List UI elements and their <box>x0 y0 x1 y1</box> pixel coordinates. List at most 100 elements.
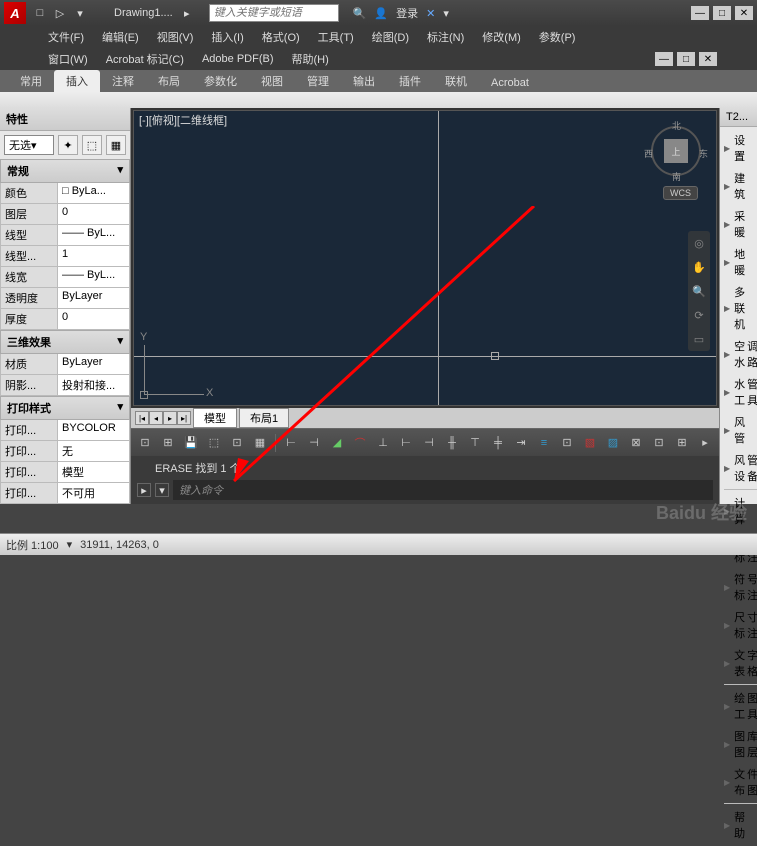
prop-value[interactable]: 模型 <box>58 462 130 483</box>
tab-next-icon[interactable]: ▸ <box>163 411 177 425</box>
palette-item[interactable]: ▶设 置 <box>720 129 757 167</box>
menu-item[interactable]: 标注(N) <box>419 27 472 47</box>
command-input[interactable]: 键入命令 <box>173 480 713 500</box>
tool-icon[interactable]: 💾 <box>181 433 201 453</box>
chevron-down-icon[interactable]: ▸ <box>179 5 195 21</box>
prop-section-header[interactable]: 三维效果▾ <box>0 330 130 354</box>
tool-icon[interactable]: ≡ <box>534 433 554 453</box>
prop-value[interactable]: —— ByL... <box>58 267 130 288</box>
prop-value[interactable]: ByLayer <box>58 354 130 375</box>
tool-icon[interactable]: ⊡ <box>227 433 247 453</box>
tool-icon[interactable]: ⊞ <box>672 433 692 453</box>
palette-item[interactable]: ▶文字表格 <box>720 644 757 682</box>
prop-value[interactable]: 不可用 <box>58 483 130 504</box>
palette-item[interactable]: ▶帮 助 <box>720 806 757 844</box>
ribbon-tab[interactable]: 注释 <box>100 70 146 92</box>
ribbon-tab[interactable]: 插入 <box>54 70 100 92</box>
menu-item[interactable]: Acrobat 标记(C) <box>98 49 192 69</box>
tool-icon[interactable]: ⊣ <box>419 433 439 453</box>
prop-value[interactable]: 0 <box>58 309 130 330</box>
palette-item[interactable]: ▶水管工具 <box>720 373 757 411</box>
palette-item[interactable]: ▶文件布图 <box>720 763 757 801</box>
showmotion-icon[interactable]: ▭ <box>691 331 707 347</box>
palette-item[interactable]: ▶风管设备 <box>720 449 757 487</box>
orbit-icon[interactable]: ⟳ <box>691 307 707 323</box>
palette-item[interactable]: ▶采 暖 <box>720 205 757 243</box>
zoom-icon[interactable]: 🔍 <box>691 283 707 299</box>
close-button[interactable]: ✕ <box>735 6 753 20</box>
tab-model[interactable]: 模型 <box>193 408 237 428</box>
tool-icon[interactable]: ▧ <box>580 433 600 453</box>
tab-prev-icon[interactable]: ◂ <box>149 411 163 425</box>
pick-icon[interactable]: ✦ <box>58 135 78 155</box>
menu-item[interactable]: 修改(M) <box>474 27 529 47</box>
doc-close-button[interactable]: ✕ <box>699 52 717 66</box>
save-icon[interactable]: ▾ <box>72 5 88 21</box>
pan-icon[interactable]: ✋ <box>691 259 707 275</box>
doc-maximize-button[interactable]: □ <box>677 52 695 66</box>
tool-icon[interactable]: ⇥ <box>511 433 531 453</box>
tool-icon[interactable]: ⌒ <box>350 433 370 453</box>
ribbon-tab[interactable]: 布局 <box>146 70 192 92</box>
wheel-icon[interactable]: ◎ <box>691 235 707 251</box>
exchange-icon[interactable]: ✕ <box>426 7 435 20</box>
palette-item[interactable]: ▶多 联 机 <box>720 281 757 335</box>
palette-item[interactable]: ▶符号标注 <box>720 568 757 606</box>
tool-icon[interactable]: ⊠ <box>626 433 646 453</box>
user-icon[interactable]: 👤 <box>374 7 388 20</box>
tab-layout1[interactable]: 布局1 <box>239 408 289 428</box>
prop-section-header[interactable]: 打印样式▾ <box>0 396 130 420</box>
prop-value[interactable]: —— ByL... <box>58 225 130 246</box>
menu-item[interactable]: 参数(P) <box>531 27 584 47</box>
palette-item[interactable]: ▶空调水路 <box>720 335 757 373</box>
menu-item[interactable]: 帮助(H) <box>284 49 337 69</box>
canvas[interactable]: Y X 上 北 南 东 西 WCS ◎ ✋ 🔍 ⟳ ▭ <box>133 110 717 406</box>
tab-last-icon[interactable]: ▸| <box>177 411 191 425</box>
tool-icon[interactable]: ⊡ <box>649 433 669 453</box>
doc-minimize-button[interactable]: — <box>655 52 673 66</box>
help-icon[interactable]: ▾ <box>443 7 449 20</box>
tool-icon[interactable]: ╪ <box>488 433 508 453</box>
prop-value[interactable]: 1 <box>58 246 130 267</box>
prop-value[interactable]: 无 <box>58 441 130 462</box>
search-icon[interactable]: 🔍 <box>353 7 367 20</box>
tool-icon[interactable]: ▦ <box>250 433 270 453</box>
cmd-opts-icon[interactable]: ▾ <box>155 483 169 497</box>
tool-icon[interactable]: ⊣ <box>304 433 324 453</box>
new-icon[interactable]: □ <box>32 5 48 21</box>
search-input[interactable] <box>209 4 339 22</box>
minimize-button[interactable]: — <box>691 6 709 20</box>
prop-value[interactable]: 投射和接... <box>58 375 130 396</box>
tool-icon[interactable]: ▸ <box>695 433 715 453</box>
menu-item[interactable]: 绘图(D) <box>364 27 417 47</box>
cmd-icon[interactable]: ▸ <box>137 483 151 497</box>
viewcube[interactable]: 上 北 南 东 西 <box>646 121 706 181</box>
tool-icon[interactable]: ⊥ <box>373 433 393 453</box>
prop-value[interactable]: BYCOLOR <box>58 420 130 441</box>
menu-item[interactable]: Adobe PDF(B) <box>194 51 282 67</box>
palette-item[interactable]: ▶地 暖 <box>720 243 757 281</box>
menu-item[interactable]: 格式(O) <box>254 27 308 47</box>
prop-section-header[interactable]: 常规▾ <box>0 159 130 183</box>
quick-select-icon[interactable]: ⬚ <box>82 135 102 155</box>
open-icon[interactable]: ▷ <box>52 5 68 21</box>
ribbon-tab[interactable]: 常用 <box>8 70 54 92</box>
ribbon-tab[interactable]: 参数化 <box>192 70 249 92</box>
palette-item[interactable]: ▶风 管 <box>720 411 757 449</box>
tool-icon[interactable]: ⊡ <box>557 433 577 453</box>
tool-icon[interactable]: ▨ <box>603 433 623 453</box>
prop-value[interactable]: 0 <box>58 204 130 225</box>
tool-icon[interactable]: ⊞ <box>158 433 178 453</box>
ribbon-tab[interactable]: 输出 <box>341 70 387 92</box>
viewport-label[interactable]: [-][俯视][二维线框] <box>139 112 227 128</box>
app-logo[interactable]: A <box>4 2 26 24</box>
ribbon-tab[interactable]: 插件 <box>387 70 433 92</box>
menu-item[interactable]: 编辑(E) <box>94 27 147 47</box>
tool-icon[interactable]: ╫ <box>442 433 462 453</box>
palette-item[interactable]: ▶图库图层 <box>720 725 757 763</box>
ribbon-tab[interactable]: 联机 <box>433 70 479 92</box>
palette-item[interactable]: ▶尺寸标注 <box>720 606 757 644</box>
maximize-button[interactable]: □ <box>713 6 731 20</box>
tool-icon[interactable]: ⊤ <box>465 433 485 453</box>
tool-icon[interactable]: ⊢ <box>281 433 301 453</box>
